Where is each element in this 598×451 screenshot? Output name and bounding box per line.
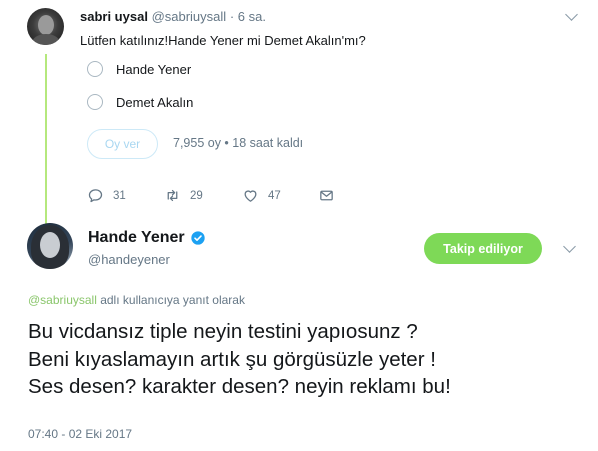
reply-mention-link[interactable]: @sabriuysall (28, 293, 97, 307)
direct-message-icon (320, 190, 333, 201)
reply-tweet-text: Bu vicdansız tiple neyin testini yapıosu… (28, 318, 588, 401)
tweet-text: Lütfen katılınız!Hande Yener mi Demet Ak… (80, 33, 366, 48)
thread-line (45, 54, 47, 224)
following-button[interactable]: Takip ediliyor (424, 233, 542, 264)
reply-count: 31 (113, 189, 126, 202)
like-count: 47 (268, 189, 281, 202)
tweet-time[interactable]: 6 sa. (238, 9, 266, 24)
poll-meta: 7,955 oy • 18 saat kaldı (173, 136, 304, 150)
radio-button[interactable] (87, 61, 103, 77)
poll-option-1[interactable]: Hande Yener (87, 59, 191, 79)
radio-button[interactable] (87, 94, 103, 110)
direct-message-action[interactable] (318, 187, 335, 204)
poll-option-label: Hande Yener (116, 61, 192, 77)
author-name[interactable]: sabri uysal (80, 9, 148, 24)
like-icon (244, 190, 257, 202)
tweet-header: sabri uysal @sabriuysall · 6 sa. (80, 9, 266, 24)
avatar-sabri-uysal[interactable] (27, 8, 64, 45)
reply-context-text: adlı kullanıcıya yanıt olarak (96, 293, 245, 307)
vote-button[interactable]: Oy ver (87, 129, 158, 159)
profile-handle[interactable]: @handeyener (88, 252, 170, 267)
retweet-icon (167, 189, 178, 202)
retweet-action[interactable]: 29 (164, 187, 203, 204)
verified-badge-icon (190, 231, 205, 245)
chevron-down-icon[interactable] (563, 240, 576, 253)
retweet-count: 29 (190, 189, 203, 202)
reply-icon (88, 189, 103, 203)
reply-context: @sabriuysall adlı kullanıcıya yanıt olar… (28, 293, 245, 307)
reply-text-line: Beni kıyaslamayın artık şu görgüsüzle ye… (28, 347, 436, 371)
separator-dot: · (229, 9, 235, 24)
chevron-down-icon[interactable] (565, 8, 578, 21)
reply-timestamp[interactable]: 07:40 - 02 Eki 2017 (28, 427, 132, 441)
like-action[interactable]: 47 (242, 187, 281, 204)
profile-name[interactable]: Hande Yener (88, 229, 206, 247)
avatar-hande-yener[interactable] (27, 223, 73, 269)
poll-option-label: Demet Akalın (116, 94, 194, 110)
profile-name-text: Hande Yener (88, 229, 185, 246)
author-handle[interactable]: @sabriuysall (152, 9, 227, 24)
reply-text-line: Ses desen? karakter desen? neyin reklamı… (28, 375, 451, 398)
poll-option-2[interactable]: Demet Akalın (87, 92, 193, 112)
reply-action[interactable]: 31 (87, 187, 126, 204)
reply-text-line: Bu vicdansız tiple neyin testini yapıosu… (28, 320, 418, 343)
